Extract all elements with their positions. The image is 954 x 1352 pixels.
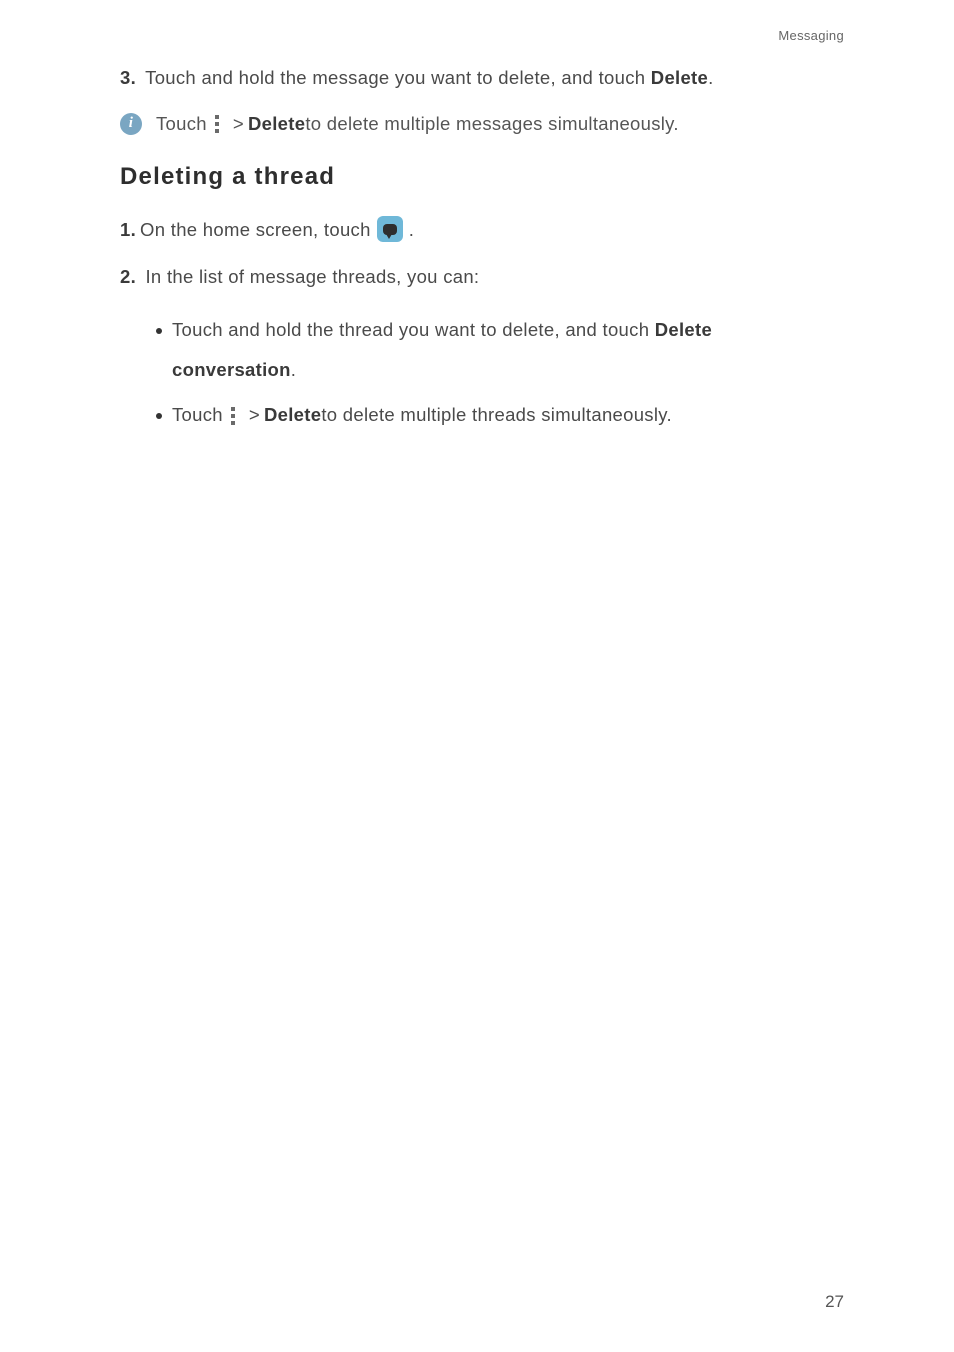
section-heading: Deleting a thread bbox=[120, 163, 844, 191]
step-3: 3. Touch and hold the message you want t… bbox=[120, 63, 844, 93]
delete-label: Delete bbox=[655, 319, 712, 340]
bullet-touch: Touch bbox=[172, 395, 223, 436]
period: . bbox=[291, 359, 296, 380]
info-touch: Touch bbox=[156, 113, 207, 135]
conversation-label: conversation bbox=[172, 359, 291, 380]
messaging-app-icon bbox=[377, 216, 403, 242]
info-rest: to delete multiple messages simultaneous… bbox=[305, 113, 679, 135]
delete-label: Delete bbox=[651, 67, 708, 88]
more-menu-icon bbox=[231, 407, 237, 425]
step-text: In the list of message threads, you can: bbox=[145, 266, 479, 287]
bullet-icon bbox=[156, 413, 162, 419]
step-number: 2. bbox=[120, 266, 136, 287]
info-note: i Touch > Delete to delete multiple mess… bbox=[120, 113, 844, 135]
step-text: On the home screen, touch bbox=[140, 215, 371, 245]
period: . bbox=[708, 67, 713, 88]
breadcrumb-separator: > bbox=[233, 113, 244, 135]
info-icon: i bbox=[120, 113, 142, 135]
more-menu-icon bbox=[215, 115, 221, 133]
step-2: 2. In the list of message threads, you c… bbox=[120, 262, 844, 292]
step-number: 3. bbox=[120, 67, 136, 88]
step-text: Touch and hold the message you want to d… bbox=[145, 67, 651, 88]
delete-label: Delete bbox=[264, 395, 321, 436]
page-number: 27 bbox=[825, 1292, 844, 1312]
list-item: Touch and hold the thread you want to de… bbox=[156, 310, 844, 391]
bullet-icon bbox=[156, 328, 162, 334]
period: . bbox=[409, 215, 414, 245]
bullet-list: Touch and hold the thread you want to de… bbox=[156, 310, 844, 436]
bullet-text: Touch and hold the thread you want to de… bbox=[172, 319, 655, 340]
step-1: 1. On the home screen, touch . bbox=[120, 215, 844, 245]
breadcrumb-separator: > bbox=[249, 395, 260, 436]
step-number: 1. bbox=[120, 215, 136, 245]
delete-label: Delete bbox=[248, 113, 305, 135]
list-item: Touch > Delete to delete multiple thread… bbox=[156, 395, 844, 436]
page-header: Messaging bbox=[120, 28, 844, 43]
document-page: Messaging 3. Touch and hold the message … bbox=[0, 0, 954, 1352]
bullet-rest: to delete multiple threads simultaneousl… bbox=[321, 395, 672, 436]
